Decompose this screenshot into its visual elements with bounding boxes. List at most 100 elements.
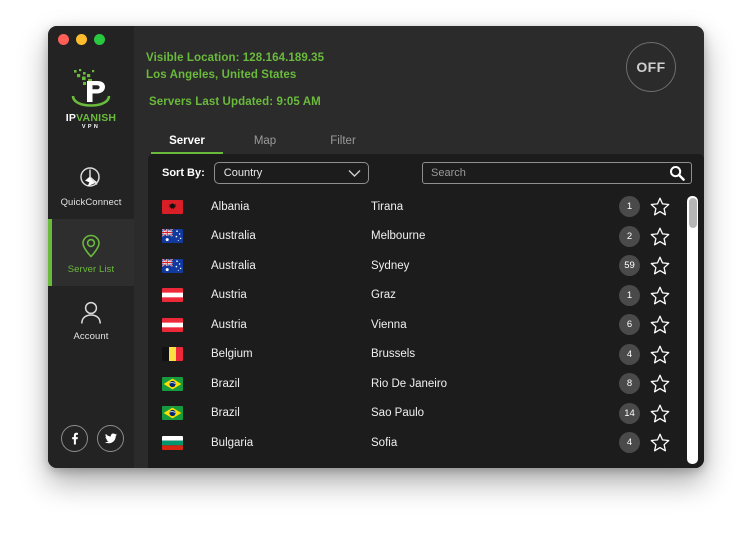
sidebar-item-account[interactable]: Account xyxy=(48,286,134,353)
table-row[interactable]: Albania Tirana 1 xyxy=(148,192,682,222)
twitter-icon xyxy=(104,433,117,444)
favorite-star-icon[interactable] xyxy=(650,256,670,276)
search-placeholder: Search xyxy=(431,167,466,179)
favorite-star-icon[interactable] xyxy=(650,344,670,364)
server-count-badge: 6 xyxy=(619,314,640,336)
sidebar-nav: QuickConnect Server List Account xyxy=(48,152,134,353)
country-flag-icon xyxy=(162,199,183,214)
scrollbar-thumb[interactable] xyxy=(688,198,697,228)
country-flag-icon xyxy=(162,317,183,332)
country-name: Albania xyxy=(211,200,250,213)
logo-ip: IP xyxy=(65,112,77,124)
tab-filter[interactable]: Filter xyxy=(304,135,382,154)
sort-by-label: Sort By: xyxy=(162,167,205,179)
tab-map[interactable]: Map xyxy=(226,135,304,154)
tab-bar: Server Map Filter xyxy=(134,124,704,154)
table-row[interactable]: Belgium Brussels 4 xyxy=(148,340,682,370)
app-root: IPVANISH VPN QuickConnect Server List Ac… xyxy=(0,0,750,544)
country-name: Austria xyxy=(211,289,247,302)
country-flag-icon xyxy=(162,435,183,450)
country-name: Brazil xyxy=(211,377,240,390)
country-name: Bulgaria xyxy=(211,436,254,449)
country-flag-icon xyxy=(162,406,183,421)
server-rows: Albania Tirana 1 Australia Melbourne 2 Austral… xyxy=(148,192,682,468)
minimize-button[interactable] xyxy=(76,34,87,45)
chevron-down-icon xyxy=(348,169,361,177)
server-count-badge: 14 xyxy=(619,402,640,424)
social-links xyxy=(61,425,124,452)
table-row[interactable]: Austria Graz 1 xyxy=(148,281,682,311)
sort-by-select[interactable]: Country xyxy=(213,162,369,184)
status-header: Visible Location: 128.164.189.35 Los Ang… xyxy=(134,26,704,124)
twitter-button[interactable] xyxy=(97,425,124,452)
city-name: Brussels xyxy=(371,348,416,361)
tab-server[interactable]: Server xyxy=(148,135,226,154)
table-row[interactable]: Brazil Rio De Janeiro 8 xyxy=(148,369,682,399)
city-name: Rio De Janeiro xyxy=(371,377,448,390)
quickconnect-icon xyxy=(76,164,106,194)
country-name: Austria xyxy=(211,318,247,331)
city-name: Sofia xyxy=(371,436,398,449)
country-flag-icon xyxy=(162,258,183,273)
location-name-text: Los Angeles, United States xyxy=(146,69,297,81)
server-count-badge: 1 xyxy=(619,196,640,218)
sidebar-item-quickconnect[interactable]: QuickConnect xyxy=(48,152,134,219)
table-row[interactable]: Bulgaria Sofia 4 xyxy=(148,428,682,458)
sidebar-item-server-list[interactable]: Server List xyxy=(48,219,134,286)
city-name: Tirana xyxy=(371,200,404,213)
city-name: Sao Paulo xyxy=(371,407,425,420)
favorite-star-icon[interactable] xyxy=(650,374,670,394)
sidebar-item-label: QuickConnect xyxy=(60,196,122,208)
server-count-badge: 4 xyxy=(619,432,640,454)
ipvanish-logo-icon xyxy=(64,68,118,112)
sidebar: IPVANISH VPN QuickConnect Server List Ac… xyxy=(48,26,134,468)
country-name: Australia xyxy=(211,230,256,243)
sort-by-value: Country xyxy=(223,167,263,179)
server-panel: Sort By: Country Search Albania Tirana 1… xyxy=(148,154,704,468)
location-pin-icon xyxy=(76,231,106,261)
power-toggle-button[interactable]: OFF xyxy=(626,42,676,92)
country-flag-icon xyxy=(162,288,183,303)
visible-location-text: Visible Location: 128.164.189.35 xyxy=(146,52,325,64)
table-row[interactable]: Australia Sydney 59 xyxy=(148,251,682,281)
user-icon xyxy=(76,298,106,328)
table-row[interactable]: Australia Melbourne 2 xyxy=(148,222,682,252)
favorite-star-icon[interactable] xyxy=(650,197,670,217)
list-toolbar: Sort By: Country Search xyxy=(148,154,704,192)
city-name: Graz xyxy=(371,289,396,302)
country-name: Australia xyxy=(211,259,256,272)
logo-wordmark: IPVANISH xyxy=(66,113,116,124)
maximize-button[interactable] xyxy=(94,34,105,45)
server-count-badge: 8 xyxy=(619,373,640,395)
facebook-icon xyxy=(72,432,78,445)
list-scrollbar[interactable] xyxy=(687,196,698,464)
city-name: Sydney xyxy=(371,259,410,272)
app-window: IPVANISH VPN QuickConnect Server List Ac… xyxy=(48,26,704,468)
table-row[interactable]: Brazil Sao Paulo 14 xyxy=(148,399,682,429)
sidebar-item-label: Account xyxy=(73,330,109,342)
facebook-button[interactable] xyxy=(61,425,88,452)
country-flag-icon xyxy=(162,229,183,244)
city-name: Vienna xyxy=(371,318,407,331)
table-row[interactable]: Austria Vienna 6 xyxy=(148,310,682,340)
logo-vpn: VPN xyxy=(81,123,101,130)
favorite-star-icon[interactable] xyxy=(650,315,670,335)
server-list: Albania Tirana 1 Australia Melbourne 2 Austral… xyxy=(148,192,704,468)
sidebar-item-label: Server List xyxy=(67,263,115,275)
city-name: Melbourne xyxy=(371,230,426,243)
favorite-star-icon[interactable] xyxy=(650,403,670,423)
servers-updated-text: Servers Last Updated: 9:05 AM xyxy=(149,96,321,108)
country-name: Belgium xyxy=(211,348,253,361)
country-flag-icon xyxy=(162,347,183,362)
favorite-star-icon[interactable] xyxy=(650,226,670,246)
search-icon xyxy=(670,166,685,181)
favorite-star-icon[interactable] xyxy=(650,433,670,453)
close-button[interactable] xyxy=(58,34,69,45)
server-count-badge: 2 xyxy=(619,225,640,247)
server-count-badge: 59 xyxy=(619,255,640,277)
app-logo: IPVANISH VPN xyxy=(48,68,134,140)
country-flag-icon xyxy=(162,376,183,391)
favorite-star-icon[interactable] xyxy=(650,285,670,305)
search-input[interactable]: Search xyxy=(422,162,692,184)
logo-vanish: VANISH xyxy=(76,112,117,124)
